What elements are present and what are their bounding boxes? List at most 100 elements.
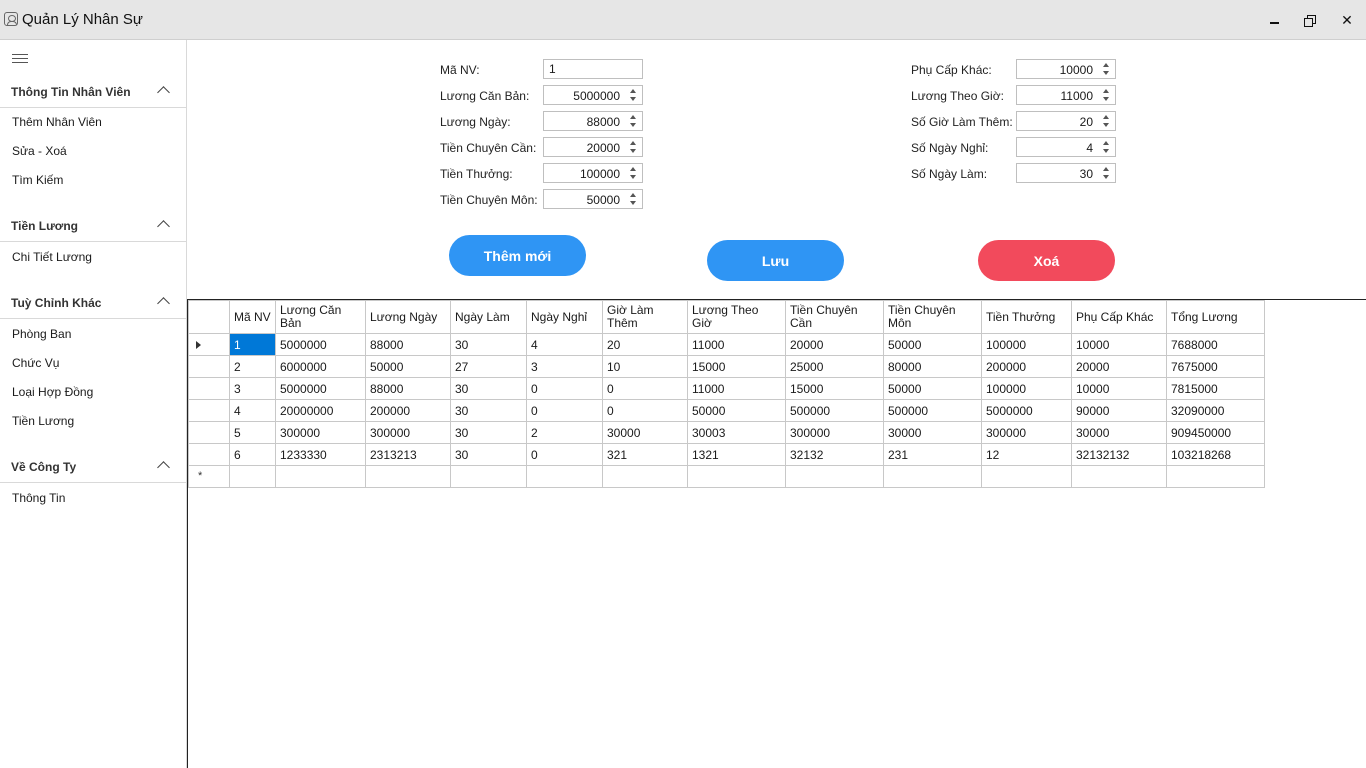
table-cell[interactable] (883, 465, 982, 488)
table-cell[interactable]: 200000 (981, 355, 1072, 378)
table-cell[interactable]: 25000 (785, 355, 884, 378)
table-cell[interactable]: 32132 (785, 443, 884, 466)
column-header[interactable]: Tổng Lương (1166, 300, 1265, 334)
table-cell[interactable]: 300000 (785, 421, 884, 444)
table-cell[interactable]: 90000 (1071, 399, 1167, 422)
table-cell[interactable]: 6 (229, 443, 276, 466)
table-cell[interactable]: 0 (526, 443, 603, 466)
table-cell[interactable] (1166, 465, 1265, 488)
delete-button[interactable]: Xoá (978, 240, 1115, 281)
table-cell[interactable]: 10000 (1071, 333, 1167, 356)
table-cell[interactable]: 0 (602, 377, 688, 400)
spin-arrows-icon[interactable] (628, 191, 640, 207)
column-header[interactable]: Tiền Chuyên Cần (785, 300, 884, 334)
table-cell[interactable]: 103218268 (1166, 443, 1265, 466)
spin-arrows-icon[interactable] (628, 139, 640, 155)
table-cell[interactable] (275, 465, 366, 488)
employee-id-input[interactable]: 1 (543, 59, 643, 79)
table-cell[interactable]: 30 (450, 377, 527, 400)
row-header-corner[interactable] (188, 300, 230, 334)
base-salary-stepper[interactable]: 5000000 (543, 85, 643, 105)
table-row[interactable]: 4 20000000 200000 30 0 0 50000 500000 500000 5000… (188, 399, 1265, 422)
column-header[interactable]: Giờ Làm Thêm (602, 300, 688, 334)
table-cell[interactable]: 15000 (687, 355, 786, 378)
table-cell[interactable]: 7675000 (1166, 355, 1265, 378)
sidebar-item-edit-delete[interactable]: Sửa - Xoá (12, 144, 67, 158)
table-cell[interactable]: 300000 (275, 421, 366, 444)
spin-arrows-icon[interactable] (1101, 87, 1113, 103)
table-cell[interactable]: 100000 (981, 333, 1072, 356)
column-header[interactable]: Tiền Thưởng (981, 300, 1072, 334)
row-header[interactable] (188, 443, 230, 466)
table-cell[interactable] (526, 465, 603, 488)
column-header[interactable]: Ngày Nghỉ (526, 300, 603, 334)
table-cell[interactable]: 0 (526, 399, 603, 422)
table-cell[interactable]: 20000 (1071, 355, 1167, 378)
table-cell[interactable]: 300000 (981, 421, 1072, 444)
spin-arrows-icon[interactable] (1101, 113, 1113, 129)
table-row[interactable]: 5 300000 300000 30 2 30000 30003 300000 30000 300… (188, 421, 1265, 444)
table-cell[interactable]: 50000 (883, 333, 982, 356)
column-header[interactable]: Phụ Cấp Khác (1071, 300, 1167, 334)
table-cell[interactable]: 500000 (785, 399, 884, 422)
table-cell[interactable]: 321 (602, 443, 688, 466)
table-cell[interactable]: 5000000 (275, 377, 366, 400)
work-days-stepper[interactable]: 30 (1016, 163, 1116, 183)
table-cell[interactable]: 3 (526, 355, 603, 378)
sidebar-item-company-info[interactable]: Thông Tin (12, 491, 65, 505)
table-cell[interactable]: 5000000 (981, 399, 1072, 422)
table-cell[interactable]: 27 (450, 355, 527, 378)
table-cell[interactable]: 300000 (365, 421, 451, 444)
sidebar-item-salary-setting[interactable]: Tiền Lương (12, 414, 74, 428)
table-row[interactable]: 3 5000000 88000 30 0 0 11000 15000 50000 100000 10… (188, 377, 1265, 400)
table-cell[interactable]: 1 (229, 333, 276, 356)
row-header[interactable] (188, 399, 230, 422)
other-allowance-stepper[interactable]: 10000 (1016, 59, 1116, 79)
table-cell[interactable] (1071, 465, 1167, 488)
new-row[interactable]: * (188, 465, 1265, 488)
table-cell[interactable]: 4 (229, 399, 276, 422)
table-cell[interactable]: 2 (526, 421, 603, 444)
table-cell[interactable]: 80000 (883, 355, 982, 378)
row-header[interactable]: * (188, 465, 230, 488)
group-header-employee-info[interactable]: Thông Tin Nhân Viên (0, 74, 186, 108)
group-header-other-settings[interactable]: Tuỳ Chỉnh Khác (0, 285, 186, 319)
table-cell[interactable]: 20000 (785, 333, 884, 356)
overtime-hours-stepper[interactable]: 20 (1016, 111, 1116, 131)
table-cell[interactable]: 50000 (883, 377, 982, 400)
table-cell[interactable]: 32132132 (1071, 443, 1167, 466)
restore-button[interactable] (1291, 0, 1327, 40)
attendance-bonus-stepper[interactable]: 20000 (543, 137, 643, 157)
column-header[interactable]: Lương Theo Giờ (687, 300, 786, 334)
sidebar-item-department[interactable]: Phòng Ban (12, 327, 71, 341)
table-cell[interactable]: 10000 (1071, 377, 1167, 400)
table-cell[interactable] (785, 465, 884, 488)
table-cell[interactable]: 20000000 (275, 399, 366, 422)
table-cell[interactable]: 30000 (602, 421, 688, 444)
salary-data-grid[interactable]: Mã NV Lương Căn Bản Lương Ngày Ngày Làm … (187, 299, 1366, 768)
table-cell[interactable]: 30 (450, 443, 527, 466)
hamburger-menu-icon[interactable] (12, 54, 28, 64)
table-cell[interactable]: 88000 (365, 333, 451, 356)
table-cell[interactable]: 200000 (365, 399, 451, 422)
table-cell[interactable] (450, 465, 527, 488)
table-cell[interactable]: 30 (450, 399, 527, 422)
spin-arrows-icon[interactable] (628, 113, 640, 129)
spin-arrows-icon[interactable] (628, 165, 640, 181)
minimize-button[interactable] (1256, 0, 1292, 40)
sidebar-item-contract-type[interactable]: Loại Hợp Đồng (12, 385, 93, 399)
spin-arrows-icon[interactable] (628, 87, 640, 103)
table-cell[interactable]: 2 (229, 355, 276, 378)
daily-salary-stepper[interactable]: 88000 (543, 111, 643, 131)
table-cell[interactable]: 30000 (883, 421, 982, 444)
spin-arrows-icon[interactable] (1101, 165, 1113, 181)
row-header[interactable] (188, 333, 230, 356)
sidebar-item-add-employee[interactable]: Thêm Nhân Viên (12, 115, 102, 129)
table-cell[interactable]: 50000 (365, 355, 451, 378)
column-header[interactable]: Tiền Chuyên Môn (883, 300, 982, 334)
spin-arrows-icon[interactable] (1101, 61, 1113, 77)
column-header[interactable]: Lương Ngày (365, 300, 451, 334)
table-cell[interactable]: 1233330 (275, 443, 366, 466)
row-header[interactable] (188, 355, 230, 378)
hourly-rate-stepper[interactable]: 11000 (1016, 85, 1116, 105)
